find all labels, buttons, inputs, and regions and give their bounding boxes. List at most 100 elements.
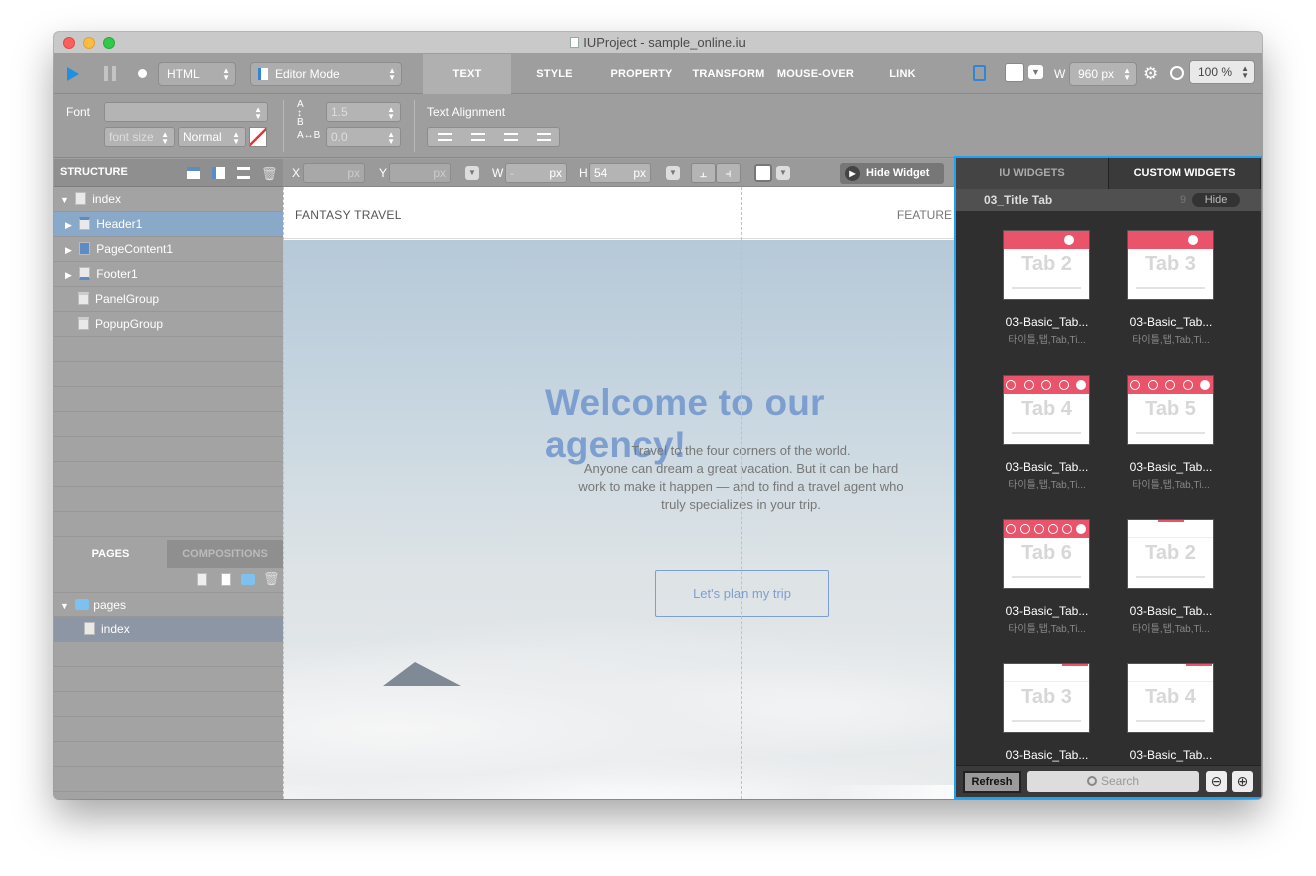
widget-thumbnail[interactable]: Tab 6 xyxy=(1003,519,1090,589)
trash-icon[interactable]: 🗑 xyxy=(261,166,278,182)
tree-item-popupgroup[interactable]: PopupGroup xyxy=(54,312,283,337)
tree-item-header1[interactable]: ▶ Header1 xyxy=(54,212,283,237)
site-header[interactable]: FANTASY TRAVEL FEATURE xyxy=(283,187,954,239)
position-toolbar: X px Y px ▼ W - px H 54 px ▼ ⫠ ⫞ ▼ ▶ Hide … xyxy=(283,159,954,187)
guide-line-left xyxy=(283,187,284,799)
widget-tags: 타이틀,탭,Tab,Ti... xyxy=(1132,624,1210,635)
w-field[interactable]: - px xyxy=(505,163,567,183)
align-justify-icon[interactable] xyxy=(537,133,551,141)
tab-link[interactable]: LINK xyxy=(859,54,946,94)
tree-item-footer1[interactable]: ▶ Footer1 xyxy=(54,262,283,287)
tab-mouse-over[interactable]: MOUSE-OVER xyxy=(772,54,859,94)
structure-title: STRUCTURE xyxy=(60,166,128,178)
hero-section[interactable]: Welcome to our agency! Travel to the fou… xyxy=(283,240,954,799)
breakpoint-swatch[interactable] xyxy=(1005,63,1024,82)
page-width-field[interactable]: 960 px ▲ ▼ xyxy=(1069,62,1137,86)
language-select[interactable]: HTML ▲ ▼ xyxy=(158,62,236,86)
thumbnail-active-underline xyxy=(1186,664,1212,666)
chevron-down-icon[interactable]: ▼ xyxy=(1028,65,1043,79)
add-column-icon[interactable] xyxy=(212,167,225,179)
tab-compositions[interactable]: COMPOSITIONS xyxy=(167,540,283,568)
hide-widget-button[interactable]: ▶ Hide Widget xyxy=(840,163,944,184)
tree-item-index[interactable]: ▼ index xyxy=(54,187,283,212)
border-swatch[interactable] xyxy=(754,164,772,182)
letter-spacing-field[interactable]: 0.0 ▲ ▼ xyxy=(326,127,401,147)
new-folder-icon[interactable] xyxy=(241,574,255,585)
new-file-icon[interactable] xyxy=(221,573,231,586)
align-left-icon[interactable] xyxy=(438,133,452,141)
align-vertical-icon[interactable]: ⫞ xyxy=(716,163,741,183)
thumbnail-title: Tab 5 xyxy=(1145,398,1196,420)
cta-button[interactable]: Let's plan my trip xyxy=(655,570,829,617)
play-icon[interactable] xyxy=(67,67,79,81)
font-family-select[interactable]: ▲ ▼ xyxy=(104,102,268,122)
page-item-index[interactable]: index xyxy=(54,617,283,642)
site-nav-feature[interactable]: FEATURE xyxy=(897,208,952,222)
widget-thumbnail[interactable]: Tab 3 xyxy=(1003,663,1090,733)
chevron-down-icon[interactable]: ▼ xyxy=(666,166,680,180)
trash-icon[interactable]: 🗑 xyxy=(263,571,280,587)
gear-icon[interactable]: ⚙ xyxy=(1143,64,1158,84)
widget-thumbnail[interactable]: Tab 5 xyxy=(1127,375,1214,445)
thumbnail-caption-line xyxy=(1136,287,1205,289)
widget-name: 03-Basic_Tab... xyxy=(1005,604,1089,618)
thumbnail-caption-line xyxy=(1012,432,1081,434)
pause-icon[interactable] xyxy=(104,66,116,81)
widget-thumbnail[interactable]: Tab 4 xyxy=(1127,663,1214,733)
zoom-in-icon[interactable]: ⊕ xyxy=(1232,771,1253,792)
tab-text[interactable]: TEXT xyxy=(423,54,511,94)
new-page-icon[interactable] xyxy=(197,573,207,586)
add-header-icon[interactable] xyxy=(187,167,200,179)
hide-widget-label: Hide Widget xyxy=(866,167,930,179)
y-field[interactable]: px xyxy=(389,163,451,183)
widget-thumbnail[interactable]: Tab 2 xyxy=(1127,519,1214,589)
refresh-button[interactable]: Refresh xyxy=(963,771,1021,793)
device-icon[interactable] xyxy=(973,65,986,81)
text-color-swatch[interactable] xyxy=(249,127,267,147)
stepper-icon: ▲ ▼ xyxy=(1123,66,1131,82)
folder-icon xyxy=(75,599,90,610)
pages-tabs: PAGES COMPOSITIONS xyxy=(54,540,283,568)
line-height-field[interactable]: 1.5 ▲ ▼ xyxy=(326,102,401,122)
h-field[interactable]: 54 px xyxy=(589,163,651,183)
main-toolbar: HTML ▲ ▼ Editor Mode ▲ ▼ TEXT STYLE PROPERTY… xyxy=(54,54,1262,94)
chevron-down-icon[interactable]: ▼ xyxy=(465,166,479,180)
x-field[interactable]: px xyxy=(303,163,365,183)
stepper-icon: ▲ ▼ xyxy=(222,66,230,82)
tab-style[interactable]: STYLE xyxy=(511,54,598,94)
thumbnail-tab-bar xyxy=(1128,664,1213,682)
pages-folder[interactable]: ▼ pages xyxy=(54,592,283,617)
tree-item-label: PopupGroup xyxy=(95,317,164,331)
tab-transform[interactable]: TRANSFORM xyxy=(685,54,772,94)
site-brand[interactable]: FANTASY TRAVEL xyxy=(295,208,402,222)
text-alignment-group xyxy=(427,127,560,147)
tab-custom-widgets[interactable]: CUSTOM WIDGETS xyxy=(1109,158,1261,189)
tab-property[interactable]: PROPERTY xyxy=(598,54,685,94)
font-weight-select[interactable]: Normal ▲ ▼ xyxy=(178,127,246,147)
align-center-icon[interactable] xyxy=(471,133,485,141)
add-row-icon[interactable] xyxy=(237,167,250,179)
zoom-out-icon[interactable]: ⊖ xyxy=(1206,771,1227,792)
record-icon[interactable] xyxy=(138,69,147,78)
tree-item-panelgroup[interactable]: PanelGroup xyxy=(54,287,283,312)
thumbnail-tab-dot xyxy=(1006,380,1016,390)
align-horizontal-icon[interactable]: ⫠ xyxy=(691,163,716,183)
thumbnail-tab-dot xyxy=(1130,380,1140,390)
page-canvas[interactable]: FANTASY TRAVEL FEATURE Welcome to our ag… xyxy=(283,187,954,799)
mode-select[interactable]: Editor Mode ▲ ▼ xyxy=(250,62,402,86)
structure-header: STRUCTURE 🗑 xyxy=(54,159,283,187)
chevron-down-icon[interactable]: ▼ xyxy=(776,166,790,180)
tab-pages[interactable]: PAGES xyxy=(54,540,167,568)
widget-search-input[interactable]: Search xyxy=(1027,771,1199,792)
tree-item-pagecontent1[interactable]: ▶ PageContent1 xyxy=(54,237,283,262)
widget-thumbnail[interactable]: Tab 2 xyxy=(1003,230,1090,300)
thumbnail-tab-dot xyxy=(1048,524,1058,534)
category-hide-button[interactable]: Hide xyxy=(1192,193,1240,207)
widget-thumbnail[interactable]: Tab 4 xyxy=(1003,375,1090,445)
pages-empty-row xyxy=(54,642,283,667)
widget-thumbnail[interactable]: Tab 3 xyxy=(1127,230,1214,300)
font-size-field[interactable]: font size ▲ ▼ xyxy=(104,127,175,147)
tab-iu-widgets[interactable]: IU WIDGETS xyxy=(956,158,1109,189)
zoom-field[interactable]: 100 % ▲ ▼ xyxy=(1189,60,1255,84)
align-right-icon[interactable] xyxy=(504,133,518,141)
